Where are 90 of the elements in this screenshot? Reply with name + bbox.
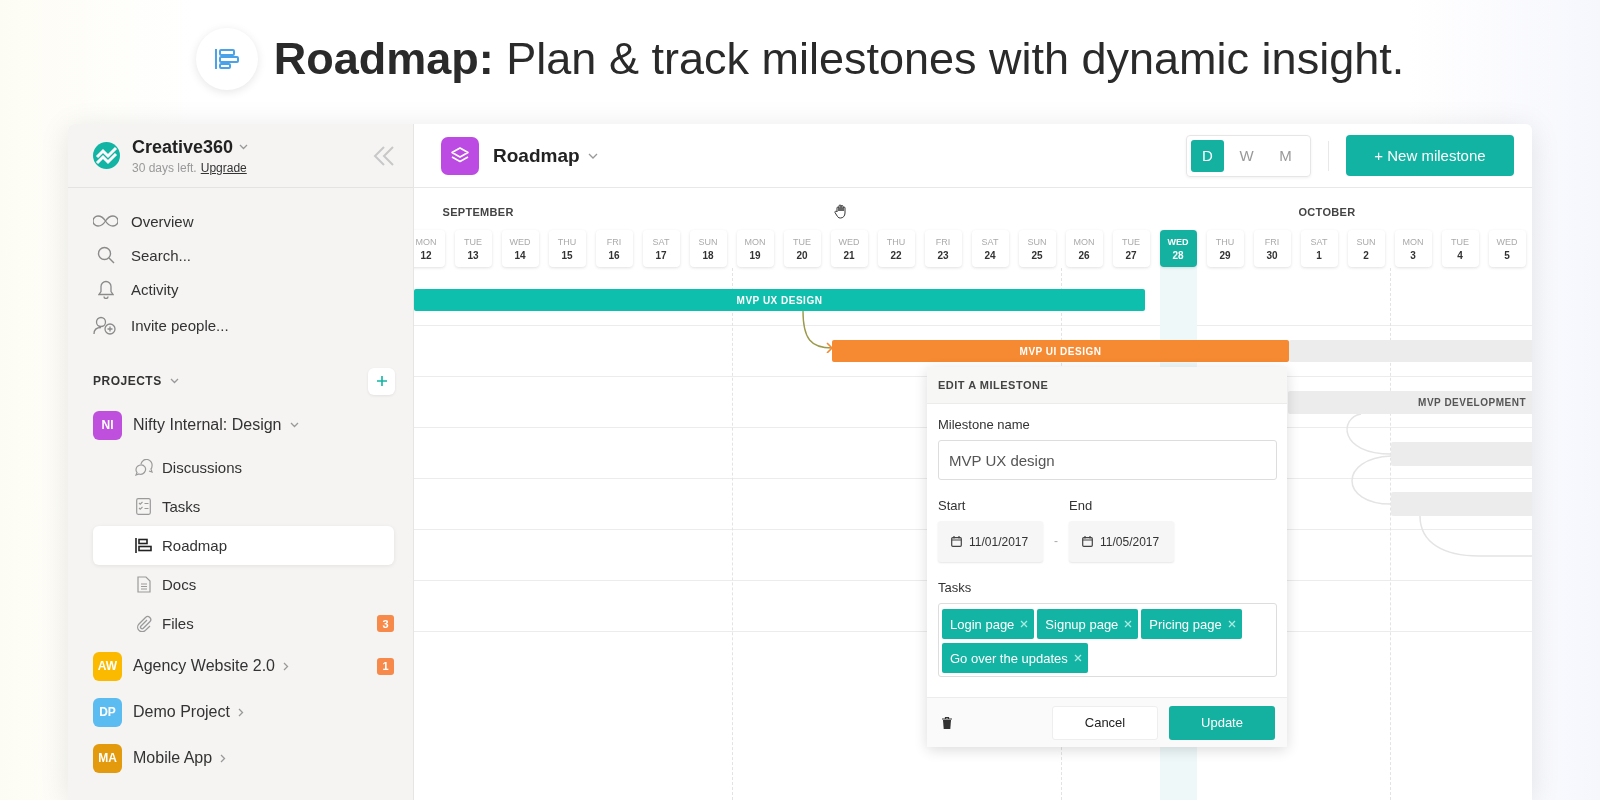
project-avatar: AW <box>93 651 122 681</box>
collapse-icon[interactable] <box>372 144 396 167</box>
calendar-icon <box>1082 536 1093 547</box>
project-subitem[interactable]: Roadmap <box>93 526 394 565</box>
dependency-arrow <box>801 311 835 353</box>
workspace-name[interactable]: Creative360 <box>132 136 234 158</box>
field-label: Milestone name <box>938 417 1031 432</box>
roadmap-icon <box>135 538 152 553</box>
day-chip[interactable]: TUE 20 <box>783 230 821 267</box>
day-chip[interactable]: FRI 16 <box>595 230 633 267</box>
day-chip[interactable]: FRI 23 <box>924 230 962 267</box>
milestone-bar[interactable] <box>1391 492 1532 516</box>
paperclip-icon <box>135 615 152 632</box>
page-title[interactable]: Roadmap <box>493 144 580 167</box>
infinity-icon <box>93 215 118 227</box>
count-badge: 1 <box>377 657 394 675</box>
project-subitem[interactable]: Discussions <box>93 448 394 487</box>
day-chip[interactable]: WED 21 <box>830 230 868 267</box>
project-subitem[interactable]: Tasks <box>93 487 394 526</box>
day-chip[interactable]: MON 26 <box>1065 230 1103 267</box>
search-icon <box>96 246 115 264</box>
day-chip[interactable]: SAT 1 <box>1300 230 1338 267</box>
day-chip[interactable]: MON 12 <box>414 230 445 267</box>
milestone-bar[interactable] <box>1289 340 1532 362</box>
checklist-icon <box>136 498 151 515</box>
caret-icon[interactable] <box>239 144 249 150</box>
project-item[interactable]: MA Mobile App <box>68 735 413 781</box>
milestone-name-field[interactable]: MVP UX design <box>938 440 1277 480</box>
chat-icon <box>134 459 153 476</box>
calendar-icon <box>951 536 962 547</box>
day-chip[interactable]: TUE 13 <box>454 230 492 267</box>
month-label: OCTOBER <box>1297 206 1356 218</box>
day-chip[interactable]: MON 19 <box>736 230 774 267</box>
document-icon <box>136 576 151 593</box>
bell-icon <box>97 279 114 299</box>
project-subitem[interactable]: Docs <box>93 565 394 604</box>
project-subitem[interactable]: Files 3 <box>93 604 394 643</box>
field-label: End <box>1069 498 1094 513</box>
popover-title: EDIT A MILESTONE <box>927 367 1287 404</box>
project-avatar: DP <box>93 697 122 727</box>
add-user-icon <box>93 315 118 335</box>
month-label: SEPTEMBER <box>441 206 514 218</box>
project-avatar: MA <box>93 743 122 773</box>
project-avatar: NI <box>93 410 122 440</box>
day-chip[interactable]: WED 14 <box>501 230 539 267</box>
day-chip[interactable]: THU 22 <box>877 230 915 267</box>
count-badge: 3 <box>377 615 394 632</box>
logo-icon <box>93 142 120 169</box>
milestone-bar[interactable]: MVP DEVELOPMENT <box>1288 391 1532 414</box>
upgrade-link[interactable]: Upgrade <box>200 160 247 175</box>
layers-icon <box>441 136 479 175</box>
day-chip[interactable]: SUN 18 <box>689 230 727 267</box>
close-icon[interactable] <box>1020 620 1029 628</box>
day-chip[interactable]: TUE 27 <box>1112 230 1150 267</box>
field-label: Tasks <box>938 580 973 595</box>
add-project-button[interactable] <box>368 367 395 395</box>
nav-item[interactable]: Activity <box>68 272 413 306</box>
end-date-field[interactable]: 11/05/2017 <box>1069 521 1174 562</box>
day-chip[interactable]: MON 3 <box>1394 230 1432 267</box>
day-chip[interactable]: WED 5 <box>1488 230 1526 267</box>
headline: Roadmap: Plan & track milestones with dynamic insight. <box>273 33 1405 85</box>
date-separator: - <box>1054 534 1058 550</box>
cancel-button[interactable]: Cancel <box>1052 705 1158 740</box>
day-chip[interactable]: FRI 30 <box>1253 230 1291 267</box>
nav-item[interactable]: Overview <box>68 204 413 238</box>
close-icon[interactable] <box>1124 620 1133 628</box>
roadmap-badge <box>195 28 258 90</box>
day-chip[interactable]: SUN 25 <box>1018 230 1056 267</box>
nav-item[interactable]: Invite people... <box>68 306 413 344</box>
milestone-bar[interactable] <box>1391 442 1532 466</box>
trash-icon[interactable] <box>942 716 952 729</box>
project-item[interactable]: AW Agency Website 2.0 1 <box>68 643 413 689</box>
section-title[interactable]: PROJECTS <box>93 374 162 388</box>
field-label: Start <box>938 498 967 513</box>
day-chip[interactable]: SAT 24 <box>971 230 1009 267</box>
close-icon[interactable] <box>1073 654 1082 662</box>
caret-icon[interactable] <box>169 378 179 384</box>
day-chip[interactable]: THU 15 <box>548 230 586 267</box>
day-chip[interactable]: SUN 2 <box>1347 230 1385 267</box>
project-item[interactable]: DP Demo Project <box>68 689 413 735</box>
caret-icon[interactable] <box>587 152 598 159</box>
day-chip[interactable]: TUE 4 <box>1441 230 1479 267</box>
day-chip[interactable]: SAT 17 <box>642 230 680 267</box>
trial-text: 30 days left. <box>132 160 197 175</box>
nav-item[interactable]: Search... <box>68 238 413 272</box>
close-icon[interactable] <box>1227 620 1236 628</box>
start-date-field[interactable]: 11/01/2017 <box>938 521 1043 562</box>
project-item[interactable]: NI Nifty Internal: Design <box>68 402 413 448</box>
day-chip[interactable]: THU 29 <box>1206 230 1244 267</box>
plus-icon <box>376 376 387 386</box>
